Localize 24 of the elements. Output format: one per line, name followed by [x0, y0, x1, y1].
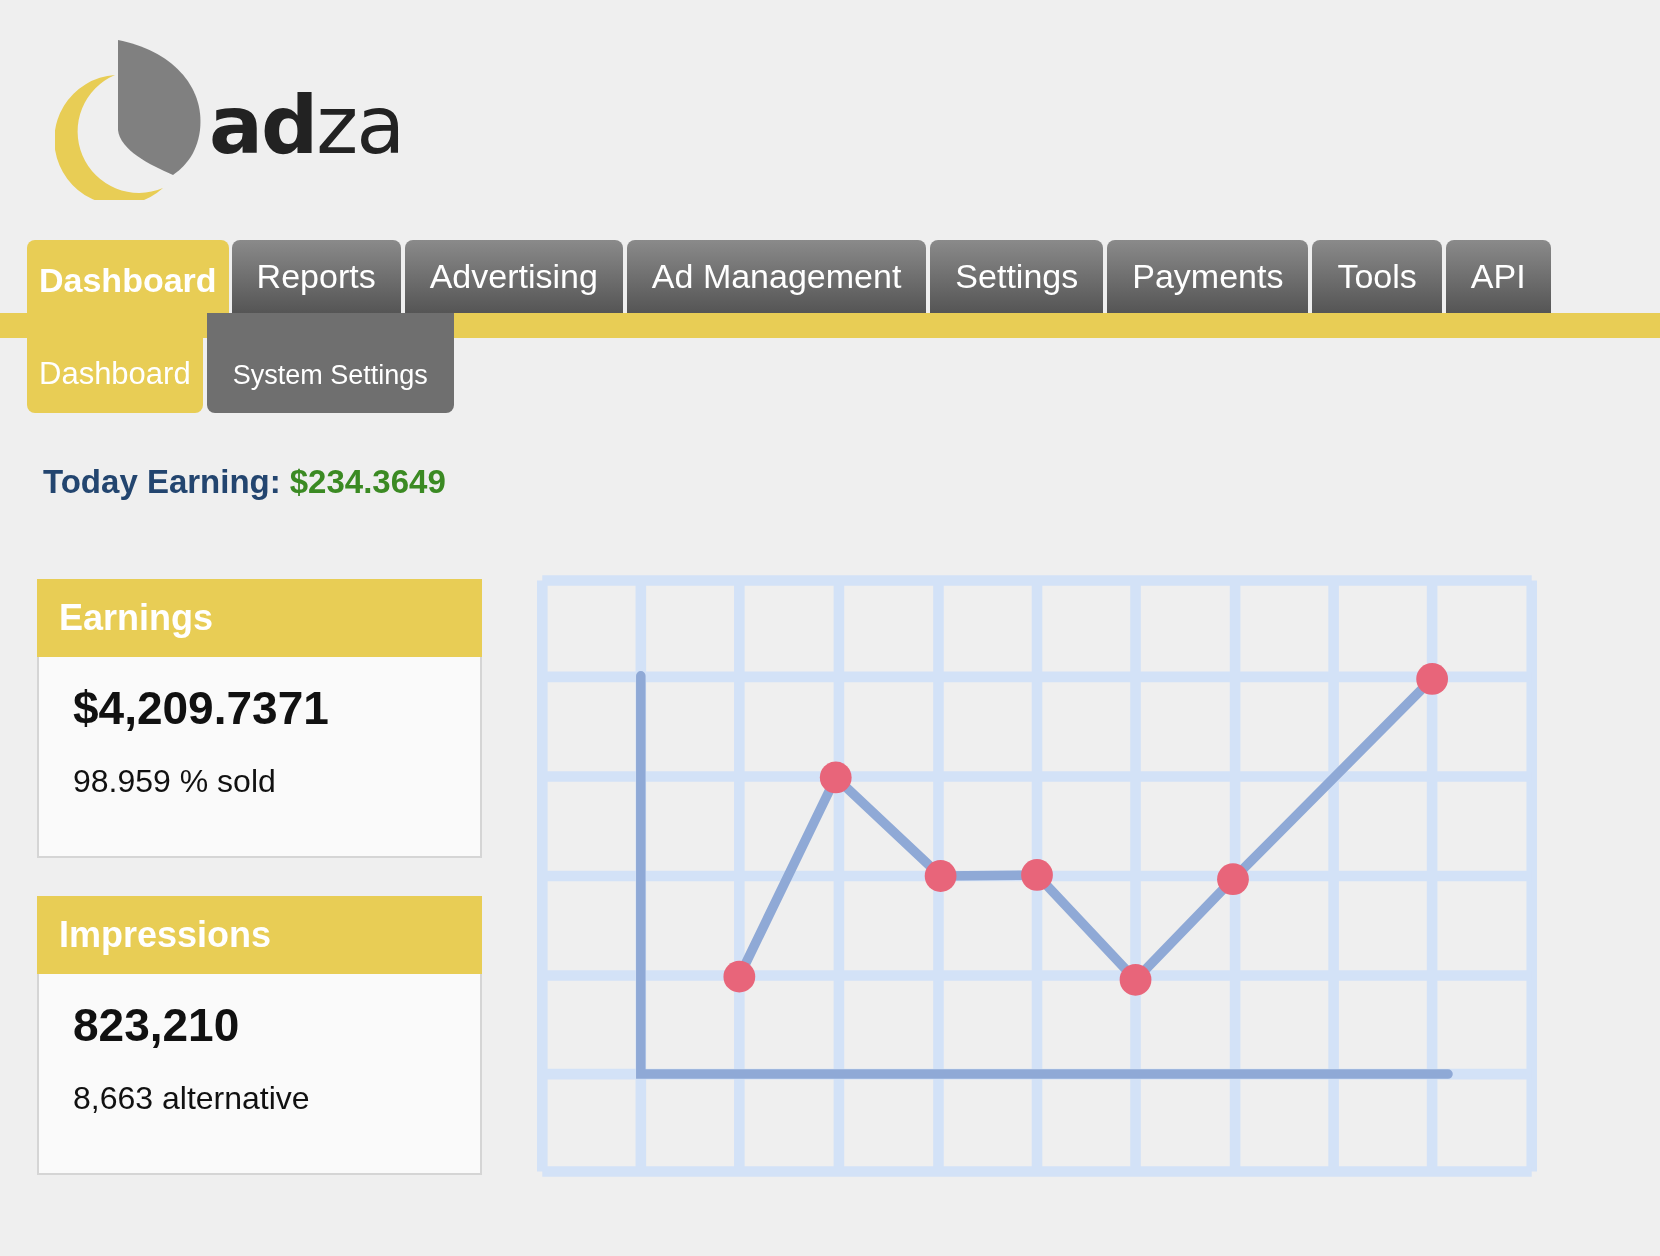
chart-point: [924, 860, 957, 892]
stat-note: 98.959 % sold: [73, 763, 277, 800]
chart-point: [1119, 963, 1152, 996]
chart-point: [819, 761, 852, 794]
nav-tab[interactable]: Ad Management: [626, 240, 927, 313]
sub-tab[interactable]: System Settings: [206, 313, 454, 413]
chart-point: [1416, 663, 1448, 695]
today-earning-value: $234.3649: [289, 463, 446, 500]
nav-tab[interactable]: Tools: [1312, 240, 1442, 313]
nav-tab[interactable]: Settings: [930, 240, 1104, 313]
nav-tab[interactable]: Advertising: [404, 240, 623, 313]
stat-value: $4,209.7371: [73, 681, 330, 735]
stat-note: 8,663 alternative: [73, 1080, 311, 1117]
card-title: Impressions: [37, 896, 482, 974]
chart-point: [723, 960, 756, 993]
chart-point: [1021, 859, 1053, 891]
stat-value: 823,210: [73, 998, 241, 1052]
chart-point: [1217, 863, 1249, 896]
nav-tab[interactable]: API: [1445, 240, 1551, 313]
nav-tab[interactable]: Reports: [231, 240, 401, 313]
today-earning-label: Today Earning:: [43, 463, 281, 500]
nav-tab[interactable]: Payments: [1107, 240, 1309, 313]
logo-text: adza: [209, 78, 404, 172]
card-title: Earnings: [37, 579, 482, 657]
